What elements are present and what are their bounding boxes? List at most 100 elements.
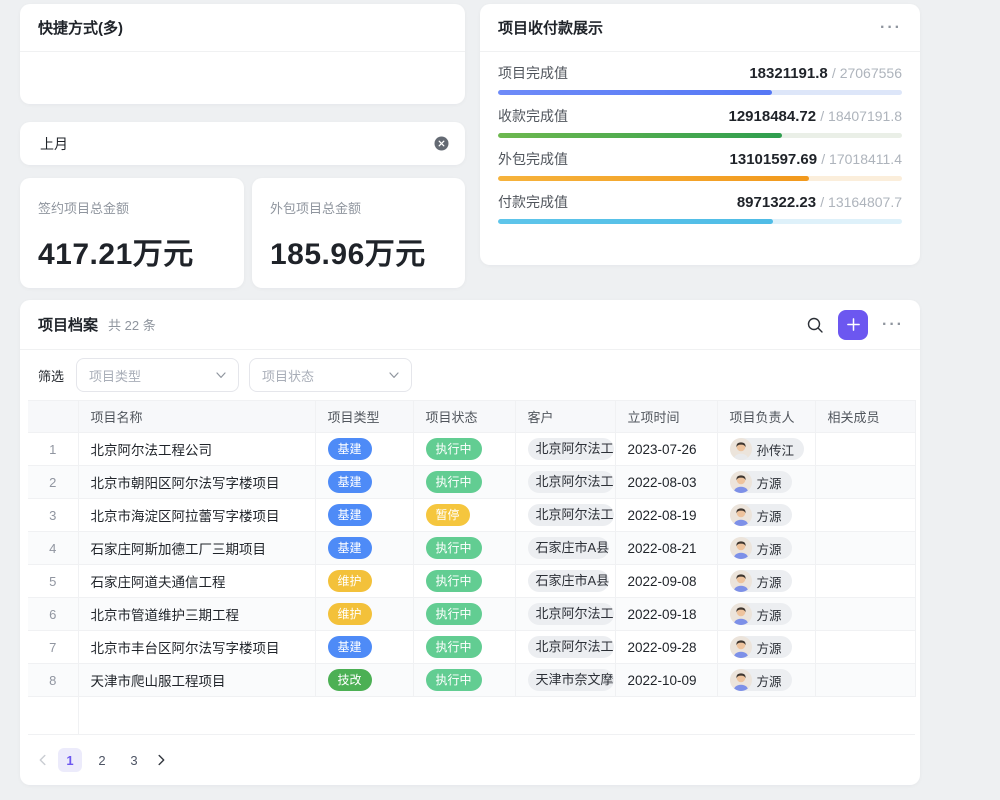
cell-project-status[interactable]: 执行中 [413, 466, 515, 499]
cell-project-status[interactable]: 执行中 [413, 664, 515, 697]
pagination-page-2[interactable]: 2 [90, 748, 114, 772]
pagination-prev-icon[interactable] [36, 753, 50, 767]
avatar [730, 504, 752, 526]
cell-project-name[interactable]: 北京阿尔法工程公司 [78, 433, 315, 466]
cell-customer[interactable]: 北京阿尔法工 [515, 499, 615, 532]
quick-filter-field[interactable]: 上月 [20, 122, 465, 165]
cell-members[interactable] [815, 664, 915, 697]
table-row[interactable]: 2 北京市朝阳区阿尔法写字楼项目 基建 执行中 北京阿尔法工 2022-08-0… [28, 466, 915, 499]
cell-project-type[interactable]: 基建 [315, 499, 413, 532]
cell-project-name[interactable]: 石家庄阿斯加德工厂三期项目 [78, 532, 315, 565]
cell-project-status[interactable]: 执行中 [413, 598, 515, 631]
row-number: 4 [28, 532, 78, 565]
pagination-page-3[interactable]: 3 [122, 748, 146, 772]
cell-start-date[interactable]: 2022-08-21 [615, 532, 717, 565]
cell-owner[interactable]: 方源 [717, 664, 815, 697]
cell-start-date[interactable]: 2022-09-18 [615, 598, 717, 631]
metric-value: 12918484.72 / 18407191.8 [728, 108, 902, 125]
cell-project-status[interactable]: 执行中 [413, 532, 515, 565]
customer-tag: 北京阿尔法工 [528, 438, 614, 460]
cell-customer[interactable]: 北京阿尔法工 [515, 631, 615, 664]
cell-owner[interactable]: 方源 [717, 466, 815, 499]
metrics-list: 项目完成值 18321191.8 / 27067556 收款完成值 129184… [480, 63, 920, 224]
cell-start-date[interactable]: 2022-09-28 [615, 631, 717, 664]
progress-track [498, 133, 902, 138]
table-row[interactable]: 8 天津市爬山服工程项目 技改 执行中 天津市奈文摩 2022-10-09 方源 [28, 664, 915, 697]
metric-row: 外包完成值 13101597.69 / 17018411.4 [498, 149, 902, 181]
cell-project-status[interactable]: 执行中 [413, 631, 515, 664]
cell-members[interactable] [815, 532, 915, 565]
cell-project-name[interactable]: 北京市海淀区阿拉蕾写字楼项目 [78, 499, 315, 532]
cell-project-type[interactable]: 技改 [315, 664, 413, 697]
cell-project-status[interactable]: 执行中 [413, 565, 515, 598]
cell-start-date[interactable]: 2022-08-19 [615, 499, 717, 532]
table-body: 1 北京阿尔法工程公司 基建 执行中 北京阿尔法工 2023-07-26 孙传江… [28, 433, 915, 735]
pagination-page-1[interactable]: 1 [58, 748, 82, 772]
cell-customer[interactable]: 石家庄市A县 [515, 565, 615, 598]
cell-project-status[interactable]: 执行中 [413, 433, 515, 466]
table-row[interactable]: 3 北京市海淀区阿拉蕾写字楼项目 基建 暂停 北京阿尔法工 2022-08-19… [28, 499, 915, 532]
cell-members[interactable] [815, 433, 915, 466]
cell-project-type[interactable]: 维护 [315, 598, 413, 631]
cell-project-name[interactable]: 石家庄阿道夫通信工程 [78, 565, 315, 598]
cell-customer[interactable]: 石家庄市A县 [515, 532, 615, 565]
cell-members[interactable] [815, 631, 915, 664]
clear-icon[interactable] [434, 136, 449, 151]
cell-owner[interactable]: 方源 [717, 598, 815, 631]
cell-members[interactable] [815, 565, 915, 598]
cell-project-type[interactable]: 基建 [315, 532, 413, 565]
projects-table: 项目名称项目类型项目状态客户立项时间项目负责人相关成员 1 北京阿尔法工程公司 … [28, 400, 916, 735]
row-number: 6 [28, 598, 78, 631]
table-row[interactable]: 6 北京市管道维护三期工程 维护 执行中 北京阿尔法工 2022-09-18 方… [28, 598, 915, 631]
cell-members[interactable] [815, 499, 915, 532]
cell-project-status[interactable]: 暂停 [413, 499, 515, 532]
chevron-down-icon [389, 372, 399, 379]
cell-project-name[interactable]: 天津市爬山服工程项目 [78, 664, 315, 697]
ellipsis-icon[interactable]: ··· [882, 317, 904, 333]
progress-track [498, 90, 902, 95]
cell-customer[interactable]: 天津市奈文摩 [515, 664, 615, 697]
cell-project-type[interactable]: 基建 [315, 433, 413, 466]
add-record-button[interactable] [838, 310, 868, 340]
project-status-select[interactable]: 项目状态 [249, 358, 412, 392]
cell-customer[interactable]: 北京阿尔法工 [515, 598, 615, 631]
stat-value: 185.96万元 [270, 229, 447, 273]
cell-start-date[interactable]: 2022-08-03 [615, 466, 717, 499]
cell-owner[interactable]: 方源 [717, 532, 815, 565]
row-number: 1 [28, 433, 78, 466]
cell-customer[interactable]: 北京阿尔法工 [515, 433, 615, 466]
cell-start-date[interactable]: 2022-09-08 [615, 565, 717, 598]
person-name: 方源 [757, 539, 782, 558]
cell-project-type[interactable]: 基建 [315, 631, 413, 664]
project-type-select[interactable]: 项目类型 [76, 358, 239, 392]
cell-owner[interactable]: 方源 [717, 499, 815, 532]
table-row[interactable]: 7 北京市丰台区阿尔法写字楼项目 基建 执行中 北京阿尔法工 2022-09-2… [28, 631, 915, 664]
cell-project-name[interactable]: 北京市丰台区阿尔法写字楼项目 [78, 631, 315, 664]
cell-start-date[interactable]: 2022-10-09 [615, 664, 717, 697]
search-icon[interactable] [806, 316, 824, 334]
cell-project-name[interactable]: 北京市朝阳区阿尔法写字楼项目 [78, 466, 315, 499]
table-row[interactable]: 5 石家庄阿道夫通信工程 维护 执行中 石家庄市A县 2022-09-08 方源 [28, 565, 915, 598]
type-tag: 维护 [328, 603, 372, 625]
cell-start-date[interactable]: 2023-07-26 [615, 433, 717, 466]
cell-members[interactable] [815, 598, 915, 631]
dashboard: 快捷方式(多) 上月 签约项目总金额 417.21万元 外包项目总金额 185.… [0, 0, 1000, 800]
cell-members[interactable] [815, 466, 915, 499]
cell-project-type[interactable]: 基建 [315, 466, 413, 499]
person-chip: 方源 [730, 471, 792, 493]
ellipsis-icon[interactable]: ··· [880, 20, 902, 36]
cell-owner[interactable]: 方源 [717, 565, 815, 598]
cell-owner[interactable]: 孙传江 [717, 433, 815, 466]
metric-top: 项目完成值 18321191.8 / 27067556 [498, 63, 902, 83]
pagination-next-icon[interactable] [154, 753, 168, 767]
cell-project-name[interactable]: 北京市管道维护三期工程 [78, 598, 315, 631]
cell-project-type[interactable]: 维护 [315, 565, 413, 598]
customer-tag: 石家庄市A县 [528, 537, 610, 559]
table-row[interactable]: 4 石家庄阿斯加德工厂三期项目 基建 执行中 石家庄市A县 2022-08-21… [28, 532, 915, 565]
table-row[interactable]: 1 北京阿尔法工程公司 基建 执行中 北京阿尔法工 2023-07-26 孙传江 [28, 433, 915, 466]
cell-customer[interactable]: 北京阿尔法工 [515, 466, 615, 499]
select-placeholder: 项目状态 [262, 366, 314, 385]
cell-owner[interactable]: 方源 [717, 631, 815, 664]
pagination: 123 [20, 737, 920, 783]
type-tag: 基建 [328, 438, 372, 460]
